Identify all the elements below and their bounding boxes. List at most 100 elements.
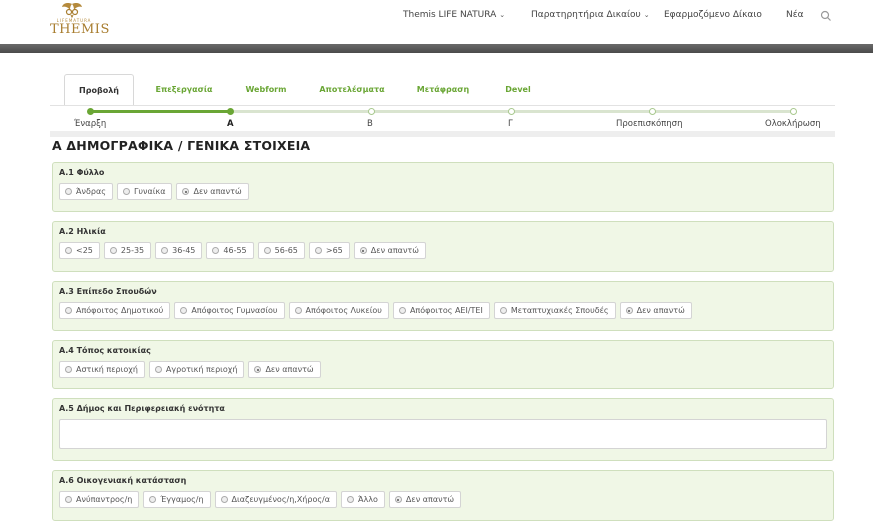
radio-unchecked-icon[interactable] [294, 307, 302, 314]
radio-unchecked-icon[interactable] [65, 247, 72, 254]
radio-unchecked-icon[interactable] [109, 247, 117, 254]
question-label: Α.4 Τόπος κατοικίας [59, 346, 151, 355]
nav-applied-law[interactable]: Εφαρμοζόμενο Δίκαιο [664, 10, 762, 20]
radio-option[interactable]: Δεν απαντώ [248, 361, 321, 378]
radio-option[interactable]: 36-45 [155, 242, 203, 259]
radio-option-label: Αστική περιοχή [76, 365, 138, 374]
radio-option-label: Απόφοιτος Γυμνασίου [191, 306, 278, 315]
question-label: Α.3 Επίπεδο Σπουδών [59, 287, 157, 296]
radio-option[interactable]: Αγροτική περιοχή [148, 361, 245, 378]
nav-themis-life-natura[interactable]: Themis LIFE NATURA ⌄ [403, 10, 505, 20]
radio-option[interactable]: Απόφοιτος Δημοτικού [59, 302, 171, 319]
question-education: Α.3 Επίπεδο Σπουδών Απόφοιτος Δημοτικού Α… [52, 281, 834, 331]
radio-unchecked-icon[interactable] [212, 247, 220, 254]
radio-option[interactable]: Άνδρας [59, 183, 113, 200]
radio-checked-icon[interactable] [625, 307, 633, 314]
radio-option[interactable]: Διαζευγμένος/η,Χήρος/α [214, 491, 338, 508]
radio-option[interactable]: Απόφοιτος Γυμνασίου [174, 302, 285, 319]
radio-option[interactable]: Αστική περιοχή [59, 361, 145, 378]
progress-step-c: Γ [508, 119, 513, 129]
radio-option-label: Άλλο [358, 495, 378, 504]
progress-bar-fill [90, 110, 231, 113]
radio-unchecked-icon[interactable] [499, 307, 507, 314]
radio-option[interactable]: Δεν απαντώ [176, 183, 249, 200]
radio-unchecked-icon[interactable] [398, 307, 406, 314]
progress-step-dot [367, 108, 375, 115]
radio-option[interactable]: Δεν απαντώ [353, 242, 426, 259]
radio-option[interactable]: 56-65 [257, 242, 305, 259]
progress-step-dot [86, 108, 94, 115]
nav-law-observatories[interactable]: Παρατηρητήρια Δικαίου ⌄ [531, 10, 650, 20]
radio-option-label: 56-65 [274, 246, 298, 255]
radio-option-label: 36-45 [172, 246, 196, 255]
radio-option-label: Απόφοιτος Δημοτικού [76, 306, 164, 315]
radio-option[interactable]: Δεν απαντώ [388, 491, 462, 508]
radio-option[interactable]: <25 [59, 242, 100, 259]
radio-unchecked-icon[interactable] [314, 247, 322, 254]
nav-label: Εφαρμοζόμενο Δίκαιο [664, 10, 762, 20]
owl-logo-icon [62, 3, 82, 18]
progress-bottom-strip [50, 131, 835, 137]
radio-unchecked-icon[interactable] [65, 496, 72, 503]
tab-devel[interactable]: Devel [496, 74, 540, 106]
tab-view[interactable]: Προβολή [64, 74, 134, 106]
radio-option[interactable]: Ανύπαντρος/η [59, 491, 140, 508]
radio-checked-icon[interactable] [182, 188, 190, 195]
question-marital-status: Α.6 Οικογενιακή κατάσταση Ανύπαντρος/η Έγ… [52, 470, 834, 521]
radio-option[interactable]: 46-55 [206, 242, 254, 259]
tab-webform[interactable]: Webform [238, 74, 294, 106]
tab-results[interactable]: Αποτελέσματα [312, 74, 392, 106]
radio-option[interactable]: Έγγαμος/η [143, 491, 211, 508]
radio-unchecked-icon[interactable] [180, 307, 188, 314]
nav-label: Παρατηρητήρια Δικαίου [531, 10, 641, 20]
tabs-underline [50, 105, 835, 106]
radio-option[interactable]: Απόφοιτος ΑΕΙ/ΤΕΙ [392, 302, 490, 319]
radio-option[interactable]: >65 [308, 242, 350, 259]
radio-unchecked-icon[interactable] [263, 247, 271, 254]
progress-bar [90, 110, 793, 113]
nav-label: Νέα [786, 10, 804, 20]
radio-option[interactable]: Δεν απαντώ [619, 302, 692, 319]
progress-step-preview: Προεπισκόπηση [616, 119, 683, 129]
radio-option-label: Αγροτική περιοχή [165, 365, 238, 374]
radio-unchecked-icon[interactable] [122, 188, 130, 195]
municipality-input[interactable] [59, 419, 827, 449]
question-label: Α.5 Δήμος και Περιφερειακή ενότητα [59, 404, 225, 413]
search-icon[interactable] [820, 10, 832, 22]
chevron-down-icon: ⌄ [643, 11, 650, 19]
radio-unchecked-icon[interactable] [65, 307, 72, 314]
radio-unchecked-icon[interactable] [65, 188, 72, 195]
tab-translate[interactable]: Μετάφραση [410, 74, 476, 106]
radio-option-label: Απόφοιτος ΑΕΙ/ΤΕΙ [409, 306, 483, 315]
radio-option-label: Δεν απαντώ [405, 495, 455, 504]
progress-step-dot [227, 108, 235, 115]
radio-option[interactable]: Απόφοιτος Λυκείου [288, 302, 389, 319]
radio-unchecked-icon[interactable] [149, 496, 157, 503]
progress-step-a: Α [227, 119, 234, 129]
nav-news[interactable]: Νέα [786, 10, 804, 20]
radio-unchecked-icon[interactable] [161, 247, 169, 254]
radio-option-label: Μεταπτυχιακές Σπουδές [510, 306, 609, 315]
radio-option-label: 46-55 [223, 246, 247, 255]
question-label: Α.1 Φύλλο [59, 168, 105, 177]
radio-checked-icon[interactable] [394, 496, 402, 503]
themis-logo[interactable]: LIFEMATURA THEMIS [50, 2, 109, 42]
radio-checked-icon[interactable] [359, 247, 367, 254]
radio-unchecked-icon[interactable] [347, 496, 355, 503]
question-label: Α.6 Οικογενιακή κατάσταση [59, 476, 187, 485]
radio-option-label: Απόφοιτος Λυκείου [305, 306, 382, 315]
radio-option-label: Διαζευγμένος/η,Χήρος/α [231, 495, 331, 504]
radio-option-label: Δεν απαντώ [370, 246, 419, 255]
radio-option[interactable]: Μεταπτυχιακές Σπουδές [493, 302, 616, 319]
tab-edit[interactable]: Επεξεργασία [146, 74, 222, 106]
radio-option-label: Δεν απαντώ [636, 306, 685, 315]
site-header: LIFEMATURA THEMIS Themis LIFE NATURA ⌄ Πα… [0, 0, 873, 44]
question-gender: Α.1 Φύλλο Άνδρας Γυναίκα Δεν απαντώ [52, 162, 834, 212]
radio-unchecked-icon[interactable] [65, 366, 72, 373]
radio-option[interactable]: 25-35 [103, 242, 152, 259]
radio-option[interactable]: Γυναίκα [116, 183, 173, 200]
radio-unchecked-icon[interactable] [220, 496, 228, 503]
radio-unchecked-icon[interactable] [154, 366, 162, 373]
radio-option[interactable]: Άλλο [341, 491, 385, 508]
radio-checked-icon[interactable] [254, 366, 262, 373]
